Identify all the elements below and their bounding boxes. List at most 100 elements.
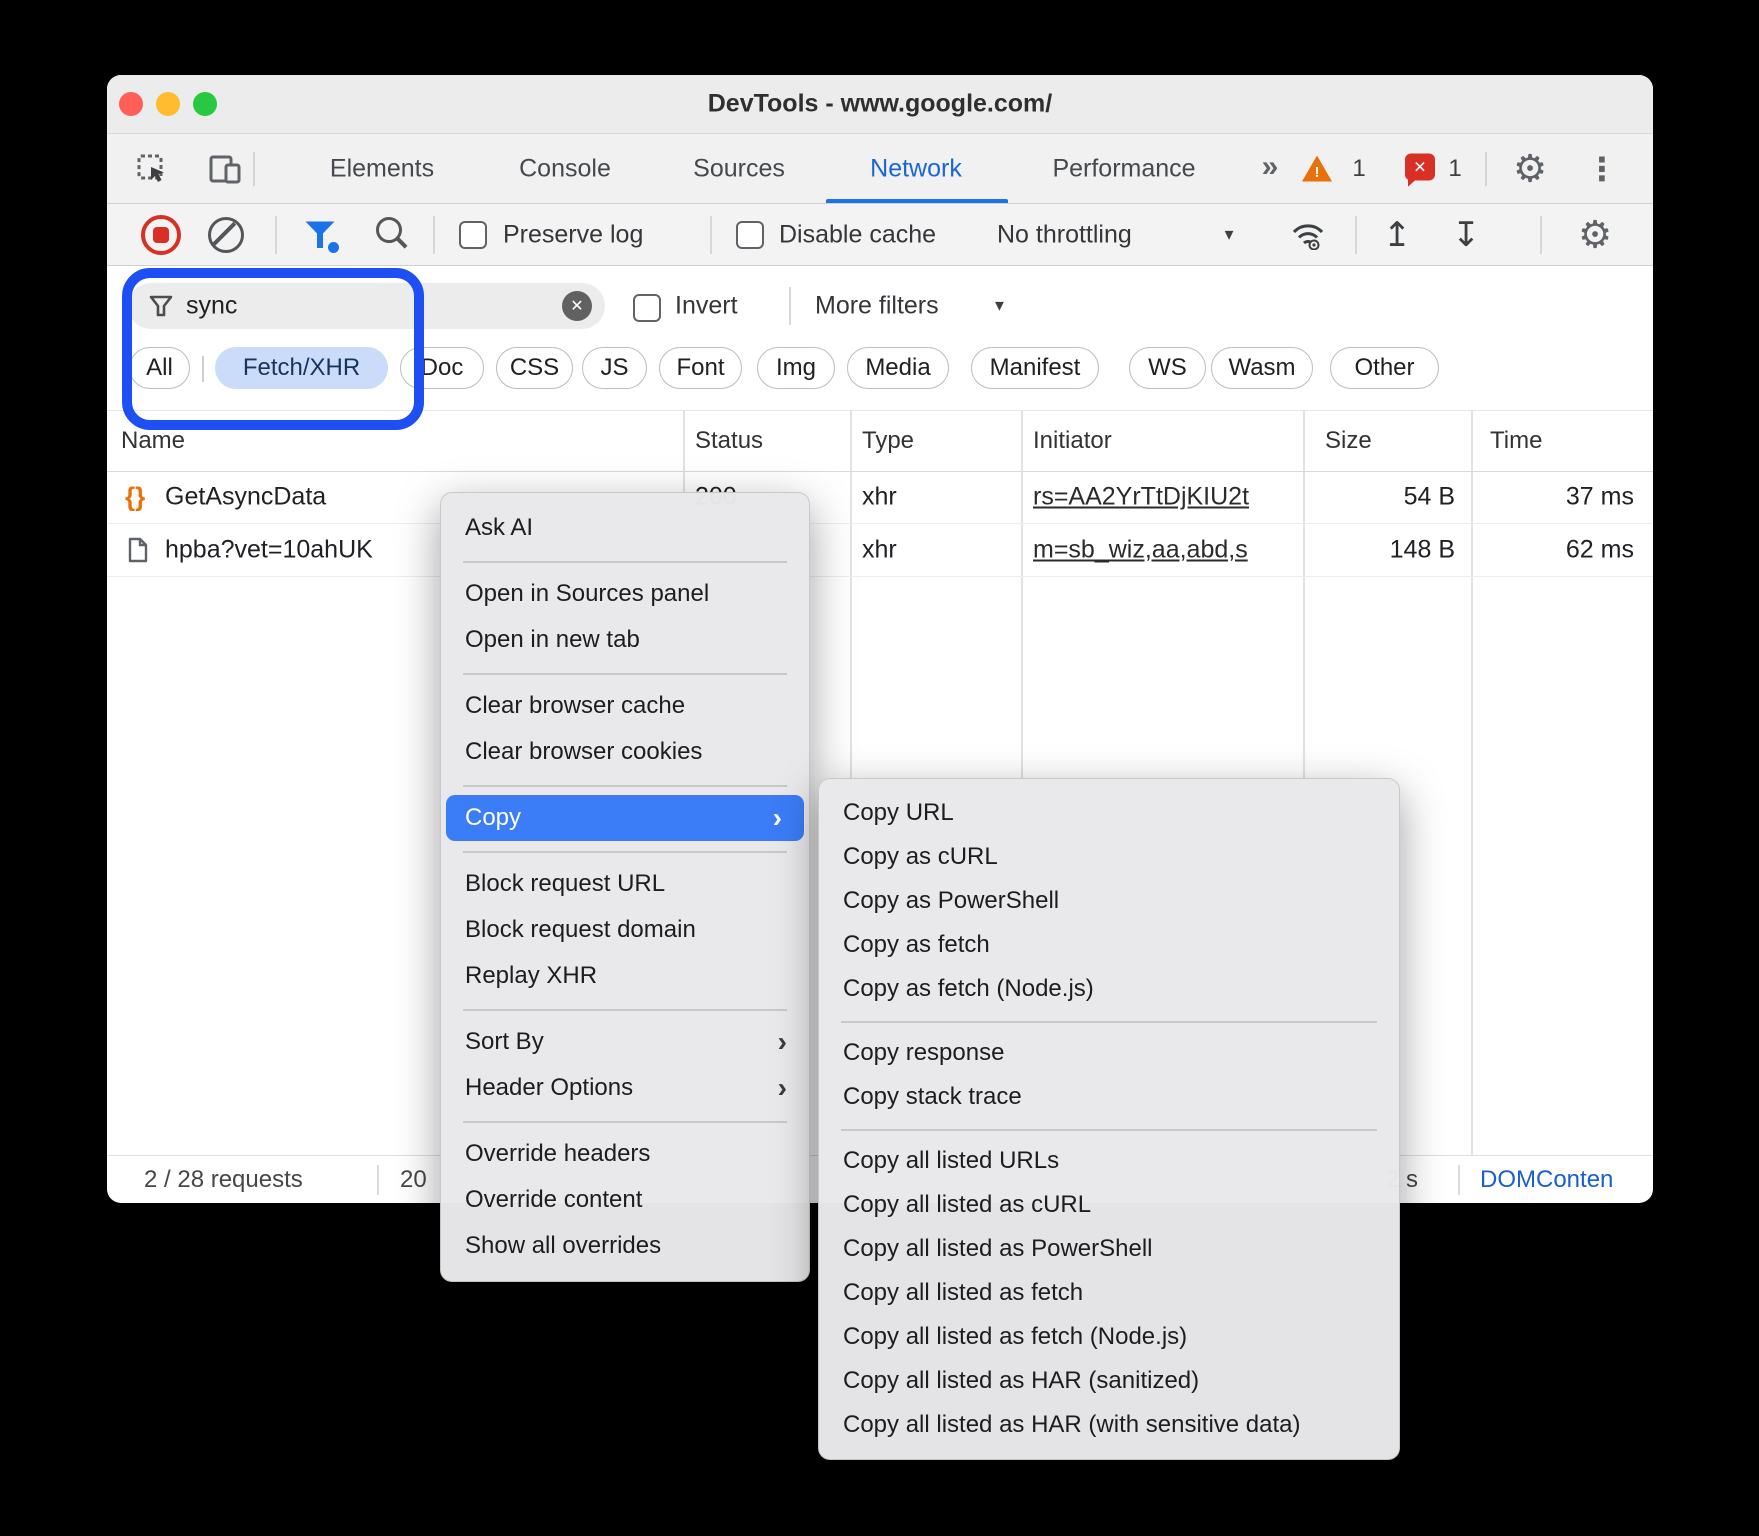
- invert-label[interactable]: Invert: [675, 292, 738, 321]
- table-row[interactable]: {} GetAsyncData 200 xhr rs=AA2YrTtDjKIU2…: [107, 470, 1653, 524]
- divider: [377, 1165, 379, 1195]
- chip-img[interactable]: Img: [757, 347, 835, 389]
- menu-item-ask-ai[interactable]: Ask AI: [441, 505, 809, 551]
- request-name[interactable]: hpba?vet=10ahUK: [165, 535, 373, 564]
- col-header-size[interactable]: Size: [1325, 427, 1372, 455]
- menu-item-block-request-domain[interactable]: Block request domain: [441, 907, 809, 953]
- tab-elements[interactable]: Elements: [330, 154, 434, 183]
- request-initiator-link[interactable]: m=sb_wiz,aa,abd,s: [1033, 535, 1248, 564]
- search-icon[interactable]: [376, 217, 402, 243]
- menu-item-override-headers[interactable]: Override headers: [441, 1131, 809, 1177]
- warnings-icon[interactable]: !: [1302, 156, 1332, 182]
- menu-separator: [441, 775, 809, 795]
- chip-wasm[interactable]: Wasm: [1211, 347, 1313, 389]
- chip-font[interactable]: Font: [659, 347, 742, 389]
- menu-item-sort-by[interactable]: Sort By›: [441, 1019, 809, 1065]
- menu-item-copy-stack-trace[interactable]: Copy stack trace: [819, 1075, 1399, 1119]
- clear-filter-icon[interactable]: ✕: [562, 291, 592, 321]
- more-tabs-icon[interactable]: »: [1262, 150, 1279, 184]
- menu-item-copy-all-listed-urls[interactable]: Copy all listed URLs: [819, 1139, 1399, 1183]
- import-har-icon[interactable]: ↥: [1383, 215, 1412, 255]
- menu-item-show-all-overrides[interactable]: Show all overrides: [441, 1223, 809, 1269]
- disable-cache-checkbox[interactable]: [736, 221, 764, 249]
- warning-count: 1: [1352, 155, 1365, 183]
- menu-item-copy-all-listed-as-har-sanitized[interactable]: Copy all listed as HAR (sanitized): [819, 1359, 1399, 1403]
- menu-item-copy-all-listed-as-har-sensitive[interactable]: Copy all listed as HAR (with sensitive d…: [819, 1403, 1399, 1447]
- disable-cache-label[interactable]: Disable cache: [779, 220, 936, 249]
- preserve-log-label[interactable]: Preserve log: [503, 220, 643, 249]
- tab-console[interactable]: Console: [519, 154, 611, 183]
- menu-item-copy-url[interactable]: Copy URL: [819, 791, 1399, 835]
- request-initiator-link[interactable]: rs=AA2YrTtDjKIU2t: [1033, 482, 1249, 511]
- col-header-type[interactable]: Type: [862, 427, 914, 455]
- chip-ws[interactable]: WS: [1129, 347, 1206, 389]
- menu-item-header-options[interactable]: Header Options›: [441, 1065, 809, 1111]
- menu-item-copy-as-curl[interactable]: Copy as cURL: [819, 835, 1399, 879]
- menu-item-copy[interactable]: Copy›: [446, 795, 804, 841]
- tab-performance[interactable]: Performance: [1052, 154, 1195, 183]
- request-time: 62 ms: [1471, 535, 1634, 564]
- export-har-icon[interactable]: ↧: [1452, 215, 1481, 255]
- preserve-log-checkbox[interactable]: [459, 221, 487, 249]
- menu-item-override-content[interactable]: Override content: [441, 1177, 809, 1223]
- record-network-log-button[interactable]: [141, 215, 181, 255]
- menu-separator: [441, 663, 809, 683]
- request-type: xhr: [862, 482, 897, 511]
- col-header-status[interactable]: Status: [695, 427, 763, 455]
- inspect-element-icon[interactable]: [137, 154, 167, 184]
- menu-item-copy-as-powershell[interactable]: Copy as PowerShell: [819, 879, 1399, 923]
- col-header-time[interactable]: Time: [1490, 427, 1542, 455]
- tab-network[interactable]: Network: [870, 154, 962, 183]
- errors-icon[interactable]: ✕: [1405, 154, 1435, 181]
- menu-separator: [819, 1011, 1399, 1031]
- chip-manifest[interactable]: Manifest: [971, 347, 1099, 389]
- menu-item-copy-all-listed-as-curl[interactable]: Copy all listed as cURL: [819, 1183, 1399, 1227]
- network-conditions-icon[interactable]: [1290, 220, 1326, 250]
- table-row[interactable]: hpba?vet=10ahUK xhr m=sb_wiz,aa,abd,s 14…: [107, 523, 1653, 577]
- divider: [789, 287, 791, 325]
- network-settings-gear-icon[interactable]: ⚙: [1578, 212, 1612, 257]
- menu-item-copy-response[interactable]: Copy response: [819, 1031, 1399, 1075]
- clear-network-log-button[interactable]: [208, 217, 244, 253]
- throttling-dropdown-arrow[interactable]: ▼: [1222, 226, 1237, 243]
- more-filters-arrow[interactable]: ▼: [992, 298, 1007, 315]
- menu-item-copy-as-fetch[interactable]: Copy as fetch: [819, 923, 1399, 967]
- menu-item-open-in-new-tab[interactable]: Open in new tab: [441, 617, 809, 663]
- col-header-name[interactable]: Name: [121, 427, 185, 455]
- request-size: 148 B: [1303, 535, 1455, 564]
- divider: [1458, 1165, 1460, 1195]
- copy-submenu: Copy URL Copy as cURL Copy as PowerShell…: [818, 778, 1400, 1460]
- kebab-menu-icon[interactable]: ⋮: [1586, 150, 1618, 188]
- chip-css[interactable]: CSS: [496, 347, 573, 389]
- divider: [710, 216, 712, 254]
- menu-item-open-in-sources-panel[interactable]: Open in Sources panel: [441, 571, 809, 617]
- request-name[interactable]: GetAsyncData: [165, 482, 326, 511]
- menu-item-replay-xhr[interactable]: Replay XHR: [441, 953, 809, 999]
- divider: [1485, 152, 1487, 186]
- menu-item-copy-all-listed-as-fetch-nodejs[interactable]: Copy all listed as fetch (Node.js): [819, 1315, 1399, 1359]
- request-time: 37 ms: [1471, 482, 1634, 511]
- menu-item-copy-all-listed-as-fetch[interactable]: Copy all listed as fetch: [819, 1271, 1399, 1315]
- more-filters-button[interactable]: More filters: [815, 292, 939, 321]
- col-header-initiator[interactable]: Initiator: [1033, 427, 1112, 455]
- menu-item-copy-all-listed-as-powershell[interactable]: Copy all listed as PowerShell: [819, 1227, 1399, 1271]
- menu-item-clear-browser-cookies[interactable]: Clear browser cookies: [441, 729, 809, 775]
- tab-sources[interactable]: Sources: [693, 154, 785, 183]
- chip-js[interactable]: JS: [582, 347, 647, 389]
- menu-separator: [441, 841, 809, 861]
- invert-checkbox[interactable]: [633, 294, 661, 322]
- divider: [275, 216, 277, 254]
- divider: [1540, 216, 1542, 254]
- network-toolbar: Preserve log Disable cache No throttling…: [107, 204, 1653, 266]
- device-toolbar-icon[interactable]: [209, 154, 241, 184]
- menu-item-block-request-url[interactable]: Block request URL: [441, 861, 809, 907]
- throttling-select[interactable]: No throttling: [997, 220, 1132, 249]
- chip-media[interactable]: Media: [847, 347, 949, 389]
- chip-other[interactable]: Other: [1330, 347, 1439, 389]
- active-tab-underline: [826, 199, 1008, 203]
- submenu-chevron-icon: ›: [773, 804, 782, 832]
- menu-separator: [441, 551, 809, 571]
- menu-item-copy-as-fetch-nodejs[interactable]: Copy as fetch (Node.js): [819, 967, 1399, 1011]
- settings-gear-icon[interactable]: ⚙: [1513, 146, 1547, 191]
- menu-item-clear-browser-cache[interactable]: Clear browser cache: [441, 683, 809, 729]
